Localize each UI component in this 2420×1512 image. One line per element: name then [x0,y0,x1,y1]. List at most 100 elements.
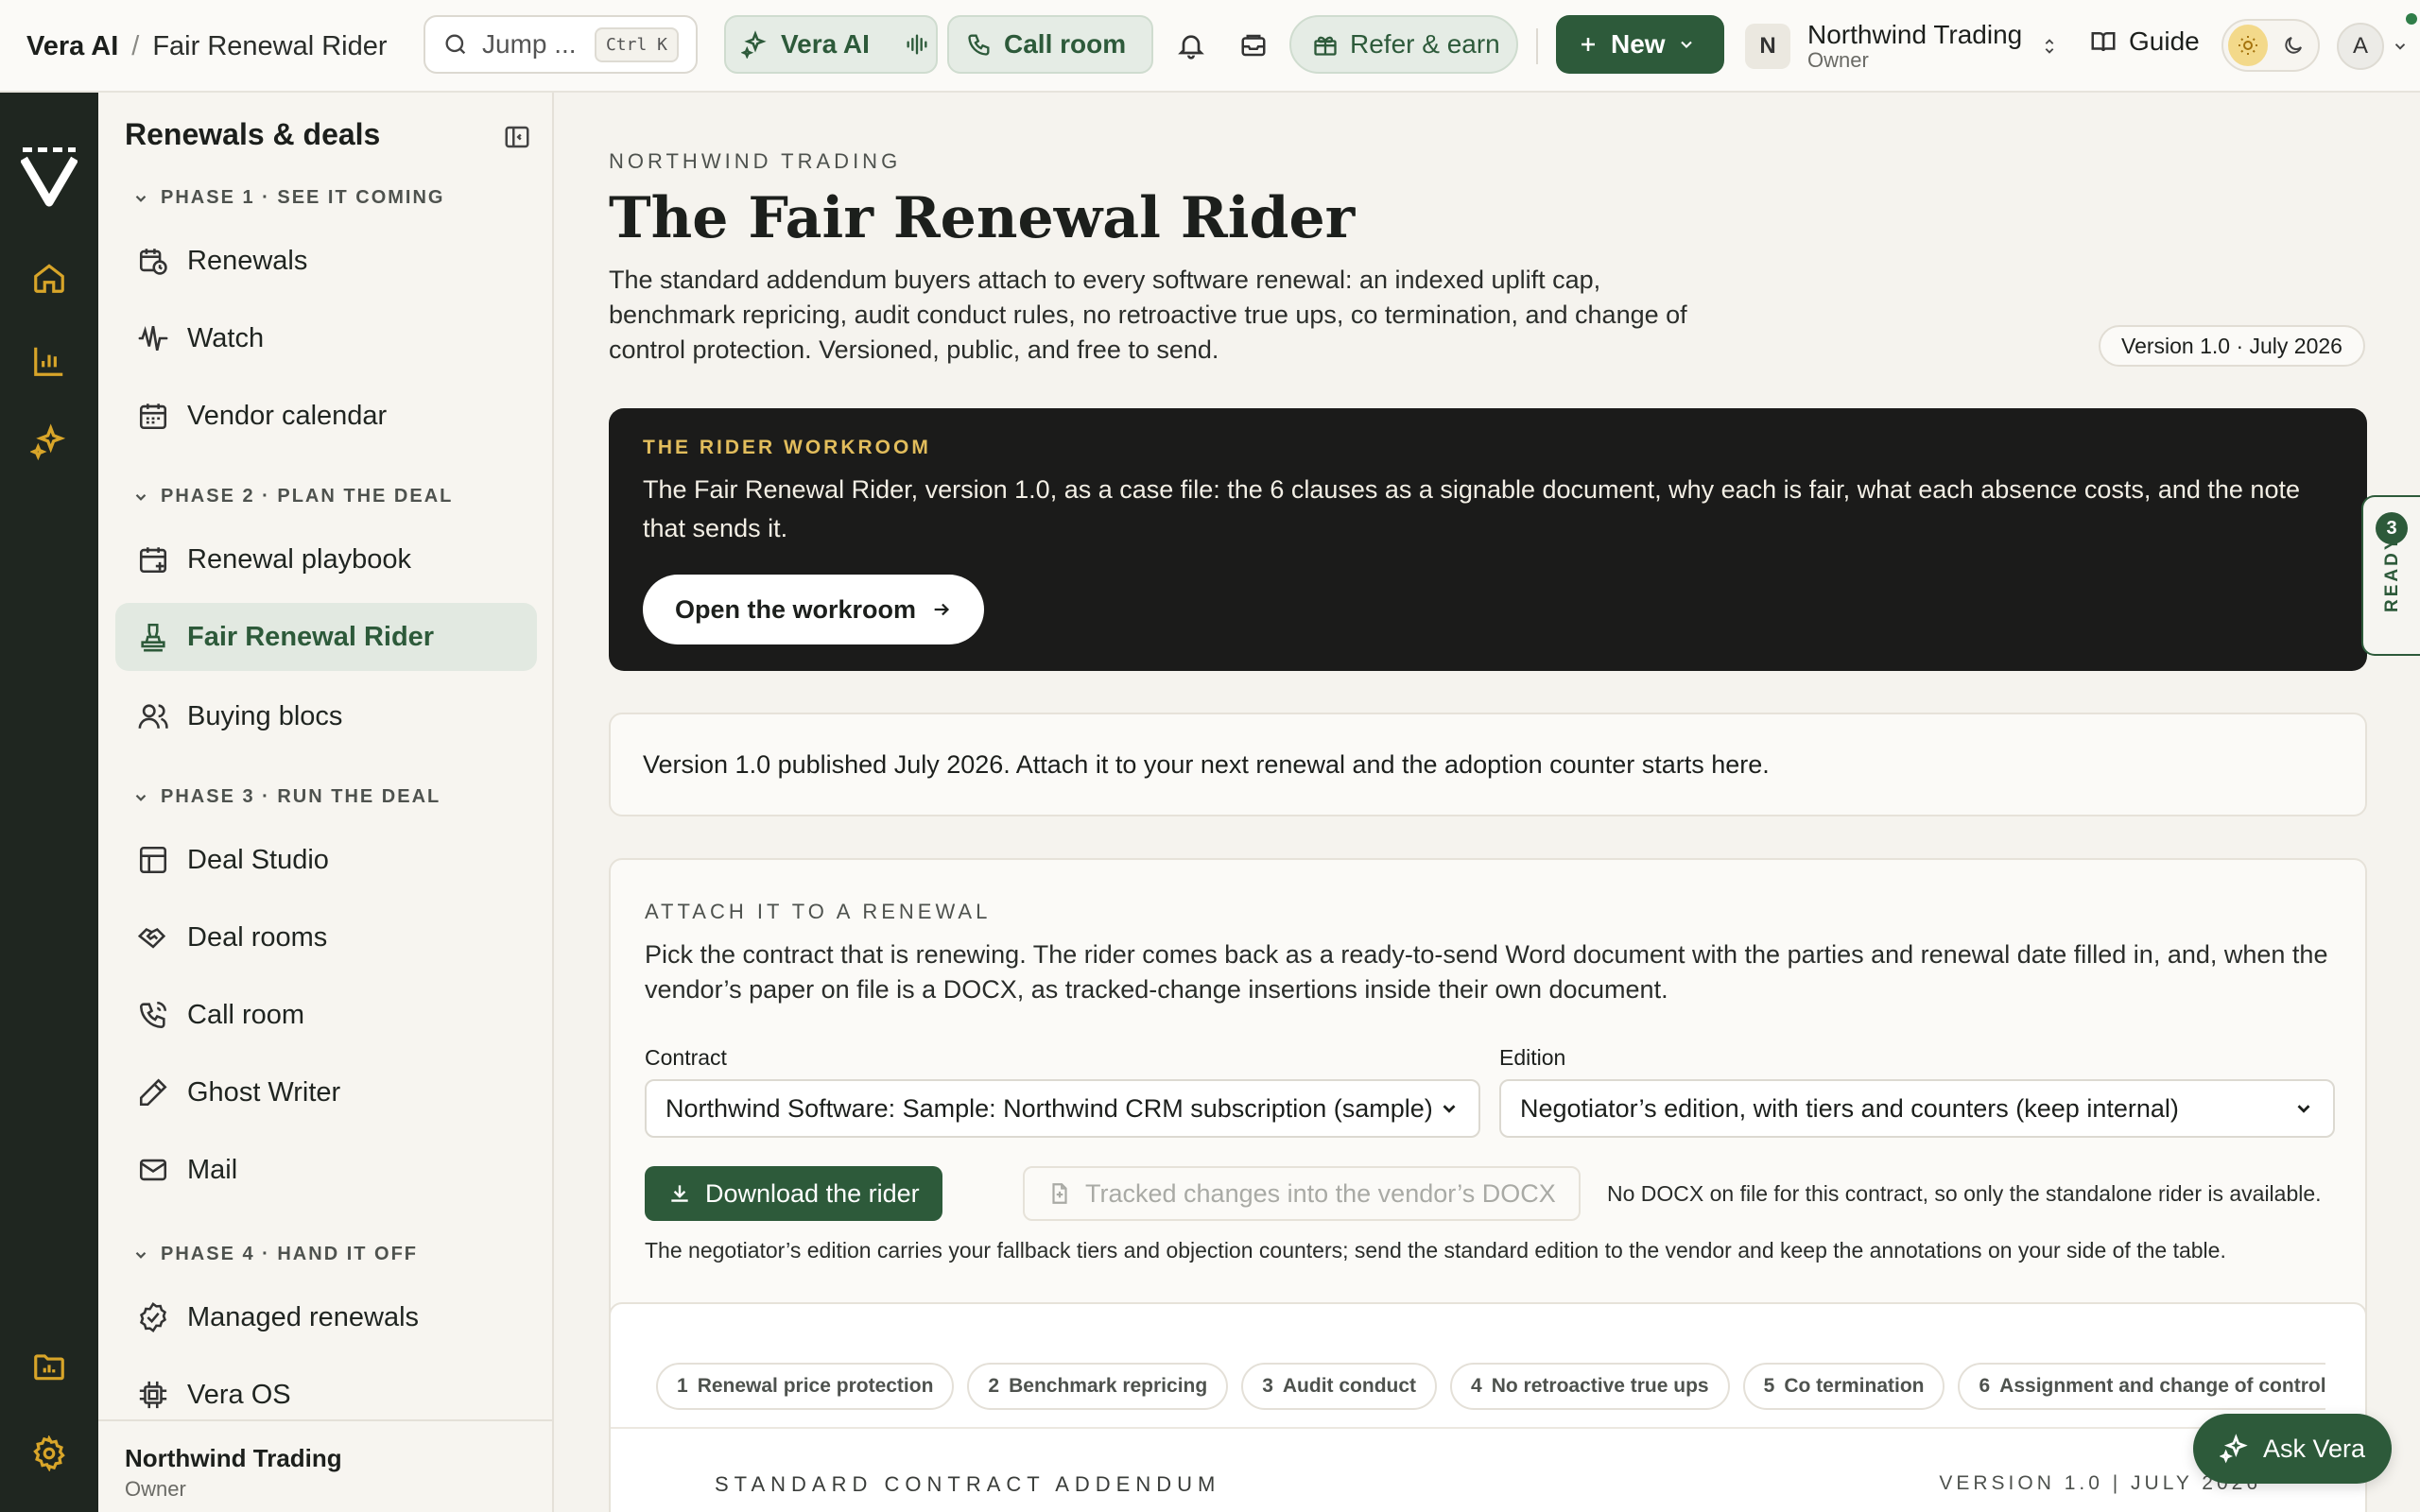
sparkle-icon [2219,1434,2250,1464]
chevron-down-icon [135,1251,147,1259]
search-input[interactable]: Jump ... Ctrl K [424,15,698,74]
sidebar-item-renewal-playbook[interactable]: Renewal playbook [115,525,537,593]
workroom-kicker: THE RIDER WORKROOM [643,437,931,458]
breadcrumb: Vera AI / Fair Renewal Rider [26,0,388,93]
clause-label: Renewal price protection [697,1375,934,1397]
main-content: NORTHWIND TRADING The Fair Renewal Rider… [556,93,2420,1512]
home-icon[interactable] [30,259,68,297]
search-icon [442,31,469,58]
stamp-icon [136,620,170,654]
sidebar-item-watch[interactable]: Watch [115,304,537,372]
clause-label: No retroactive true ups [1491,1375,1709,1397]
sidebar-item-label: Call room [187,999,305,1030]
phase-2-header[interactable]: PHASE 2 · PLAN THE DEAL [132,486,453,507]
ready-drawer-tab[interactable]: 3 READY [2361,495,2420,656]
bell-icon[interactable] [1172,26,1210,64]
contract-select[interactable]: Northwind Software: Sample: Northwind CR… [645,1079,1480,1138]
folder-chart-icon[interactable] [30,1348,68,1385]
pen-icon [136,1075,170,1109]
voice-waveform-icon[interactable] [904,31,930,58]
sun-icon[interactable] [2228,25,2268,66]
ask-vera-button[interactable]: Ask Vera [2193,1414,2392,1484]
refer-earn-label: Refer & earn [1350,29,1500,59]
guide-button[interactable]: Guide [2089,26,2200,57]
phase-3-header[interactable]: PHASE 3 · RUN THE DEAL [132,786,441,808]
sidebar-item-mail[interactable]: Mail [115,1136,537,1204]
clause-tab-1[interactable]: 1 Renewal price protection [656,1363,955,1410]
sidebar-item-vendor-calendar[interactable]: Vendor calendar [115,382,537,450]
waveform-icon [136,321,170,355]
org-avatar: N [1745,24,1790,69]
calendar-plus-icon [136,542,170,576]
edition-select-value: Negotiator’s edition, with tiers and cou… [1520,1093,2179,1123]
ask-vera-label: Ask Vera [2262,1434,2366,1463]
phase-4-header[interactable]: PHASE 4 · HAND IT OFF [132,1244,418,1265]
top-bar: Vera AI / Fair Renewal Rider Jump ... Ct… [0,0,2420,93]
new-label: New [1611,29,1666,59]
chip-icon [136,1378,170,1412]
sidebar-item-label: Buying blocs [187,700,343,731]
clause-number: 6 [1979,1375,1991,1397]
inbox-icon[interactable] [1235,26,1272,64]
clause-tab-2[interactable]: 2 Benchmark repricing [967,1363,1229,1410]
edition-select[interactable]: Negotiator’s edition, with tiers and cou… [1499,1079,2335,1138]
sidebar-item-deal-studio[interactable]: Deal Studio [115,826,537,894]
refer-earn-button[interactable]: Refer & earn [1289,15,1518,74]
open-workroom-button[interactable]: Open the workroom [643,575,985,644]
chevron-down-icon [1677,35,1696,54]
gift-icon [1312,31,1339,58]
sidebar-item-deal-rooms[interactable]: Deal rooms [115,903,537,971]
sidebar-item-renewals[interactable]: Renewals [115,227,537,295]
sparkle-icon[interactable] [30,423,68,461]
breadcrumb-separator: / [131,30,140,61]
sidebar-item-label: Ghost Writer [187,1076,341,1108]
sidebar-item-label: Fair Renewal Rider [187,621,435,652]
sidebar: Renewals & deals PHASE 1 · SEE IT COMING… [98,93,554,1512]
vera-ai-button[interactable]: Vera AI [724,15,938,74]
breadcrumb-app[interactable]: Vera AI [26,31,118,62]
sidebar-item-label: Deal Studio [187,844,329,875]
sidebar-item-label: Mail [187,1154,238,1185]
sidebar-item-label: Vera OS [187,1379,291,1410]
vera-logo-icon[interactable] [21,146,78,208]
tracked-changes-button[interactable]: Tracked changes into the vendor’s DOCX [1023,1166,1581,1221]
guide-label: Guide [2129,26,2200,56]
sidebar-footer-org[interactable]: Northwind Trading Owner [98,1419,552,1512]
theme-toggle[interactable] [2221,19,2320,72]
chevron-down-icon [1439,1098,1460,1119]
settings-icon[interactable] [30,1435,68,1472]
clause-number: 5 [1763,1375,1775,1397]
sidebar-item-label: Renewals [187,245,308,276]
open-workroom-label: Open the workroom [675,594,917,624]
chevron-down-icon [2293,1098,2314,1119]
online-status-dot [2406,13,2417,25]
clause-tab-4[interactable]: 4 No retroactive true ups [1450,1363,1730,1410]
page-description: The standard addendum buyers attach to e… [609,266,1687,364]
sidebar-item-ghost-writer[interactable]: Ghost Writer [115,1058,537,1126]
download-rider-button[interactable]: Download the rider [645,1166,942,1221]
phase-1-header[interactable]: PHASE 1 · SEE IT COMING [132,187,444,209]
download-rider-label: Download the rider [705,1178,920,1208]
clause-number: 3 [1262,1375,1273,1397]
call-room-button[interactable]: Call room [947,15,1153,74]
moon-icon[interactable] [2273,25,2313,66]
org-switcher[interactable]: N Northwind Trading Owner [1745,13,2060,79]
sparkle-icon [741,30,769,59]
published-notice: Version 1.0 published July 2026. Attach … [609,713,2367,816]
user-avatar[interactable]: A [2337,23,2384,70]
sidebar-item-buying-blocs[interactable]: Buying blocs [115,682,537,750]
page-eyebrow: NORTHWIND TRADING [609,149,902,173]
sidebar-item-call-room[interactable]: Call room [115,981,537,1049]
sidebar-item-fair-renewal-rider[interactable]: Fair Renewal Rider [115,603,537,671]
clause-tab-6[interactable]: 6 Assignment and change of control [1958,1363,2325,1410]
sidebar-item-managed-renewals[interactable]: Managed renewals [115,1283,537,1351]
analytics-icon[interactable] [30,342,68,380]
layout-icon [136,843,170,877]
clause-tab-5[interactable]: 5 Co termination [1742,1363,1945,1410]
collapse-sidebar-icon[interactable] [503,123,531,151]
new-button[interactable]: New [1556,15,1724,74]
clause-label: Assignment and change of control [1999,1375,2325,1397]
version-badge: Version 1.0 · July 2026 [2099,325,2365,367]
clause-tab-3[interactable]: 3 Audit conduct [1241,1363,1438,1410]
chevron-down-icon[interactable] [2392,38,2409,55]
